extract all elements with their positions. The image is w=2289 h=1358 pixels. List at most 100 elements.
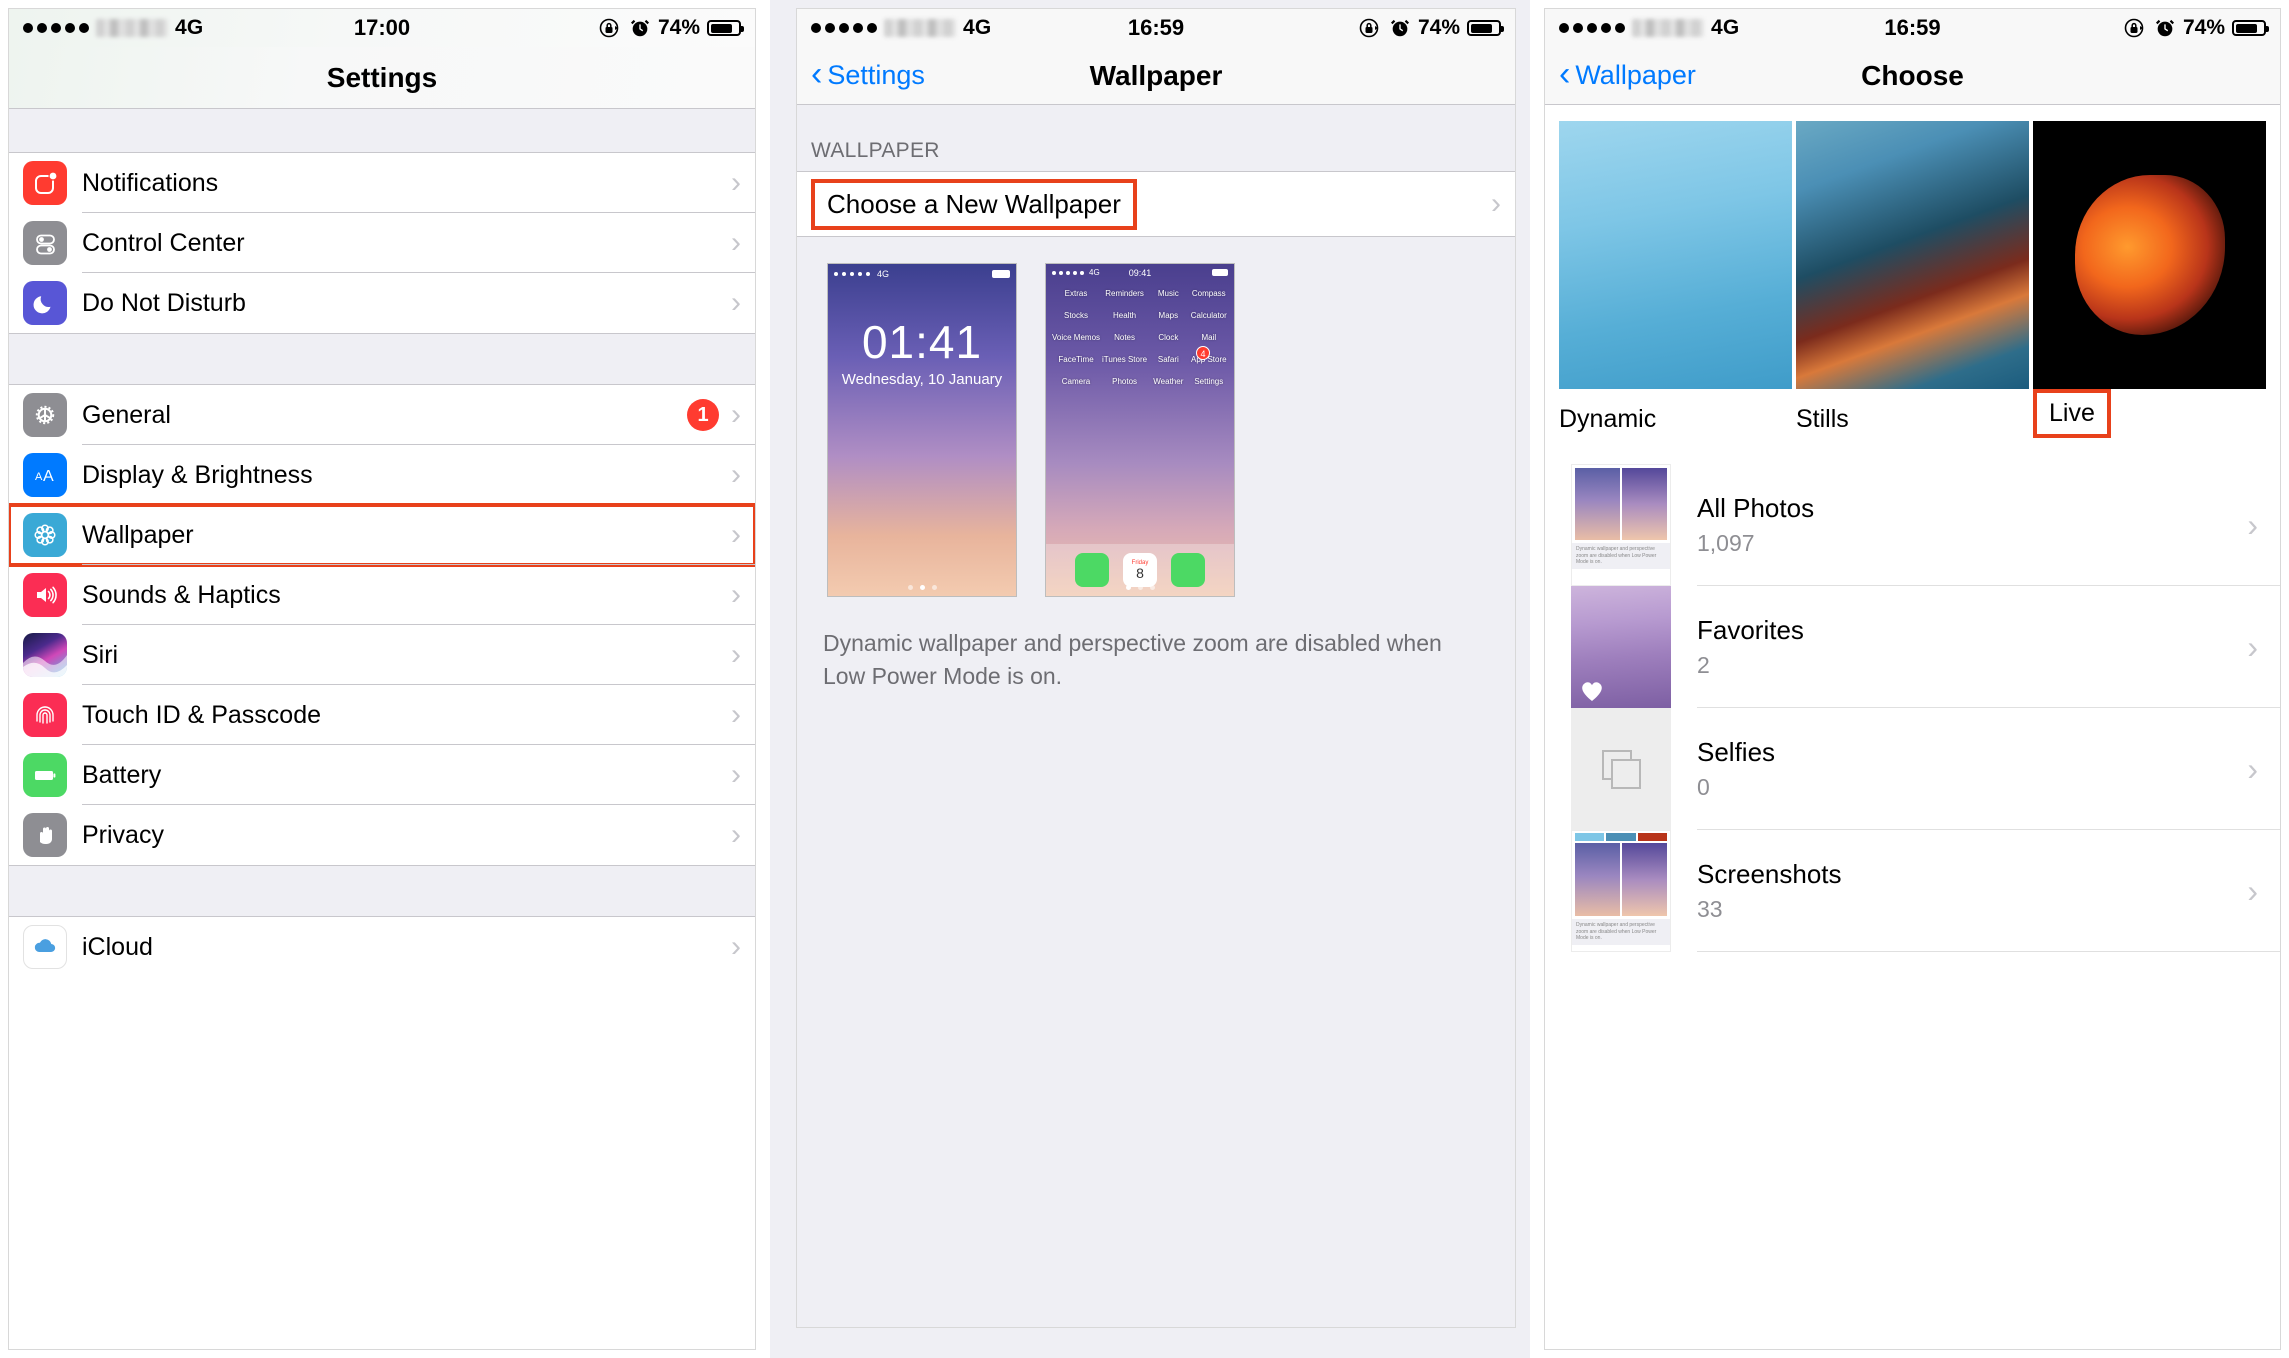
battery-percent-label: 74% [1417,16,1460,39]
status-bar-right: 74% [598,16,744,40]
battery-icon [2232,20,2269,36]
rotation-lock-icon [2124,18,2144,38]
settings-group-1: Notifications › Control Center › Do Not … [9,153,755,333]
status-bar-1: 4G 17:00 74% [9,9,755,47]
panel-settings: 4G 17:00 74% Settings Notifications › Co… [0,0,770,1358]
category-live[interactable]: Live [2033,121,2266,438]
preview-battery-icon [992,270,1010,278]
chevron-left-icon: ‹ [1559,55,1571,93]
app-icon-weather: Weather [1153,377,1184,386]
speaker-icon [23,573,67,617]
category-label: Dynamic [1559,405,1657,433]
sidebar-item-display-brightness[interactable]: A A Display & Brightness › [9,445,755,505]
mini-home-screen [1622,843,1667,916]
page-dots [828,585,1016,590]
chevron-right-icon: › [731,286,741,319]
lock-screen-preview[interactable]: 4G 01:41 Wednesday, 10 January [827,263,1017,597]
chevron-right-icon: › [2247,873,2258,909]
sidebar-item-sounds-haptics[interactable]: Sounds & Haptics › [9,565,755,625]
album-row-all-photos[interactable]: Dynamic wallpaper and perspective zoom a… [1545,464,2280,586]
sidebar-item-do-not-disturb[interactable]: Do Not Disturb › [9,273,755,333]
sidebar-item-wallpaper[interactable]: Wallpaper › [9,503,755,567]
sidebar-item-siri[interactable]: Siri › [9,625,755,685]
sidebar-item-label: Control Center [82,228,245,257]
album-name: All Photos [1697,493,1815,523]
album-row-favorites[interactable]: Favorites 2 › [1545,586,2280,708]
chevron-right-icon: › [2247,629,2258,665]
sidebar-item-touch-id-passcode[interactable]: Touch ID & Passcode › [9,685,755,745]
sidebar-item-battery[interactable]: Battery › [9,745,755,805]
settings-group-3: iCloud › [9,917,755,977]
choose-new-wallpaper-row[interactable]: Choose a New Wallpaper › [797,172,1515,236]
status-bar-left: 4G [1559,16,1739,40]
sidebar-item-label: Notifications [82,168,219,197]
network-type-label: 4G [175,16,204,39]
preview-status-bar: 4G [828,264,1016,279]
mini-home-screen [1622,468,1667,540]
list-gap-bottom [9,865,755,917]
album-thumbnail: Dynamic wallpaper and perspective zoom a… [1571,464,1671,586]
alarm-clock-icon [1390,19,1409,37]
sidebar-item-control-center[interactable]: Control Center › [9,213,755,273]
wallpaper-flower-icon [23,513,67,557]
battery-icon [1467,20,1504,36]
sidebar-item-icloud[interactable]: iCloud › [9,917,755,977]
svg-text:A: A [43,468,54,485]
album-thumbnail [1571,708,1671,830]
home-screen-preview[interactable]: 4G 09:41 Extras Reminders Music Compass … [1045,263,1235,597]
chevron-right-icon: › [731,638,741,671]
mini-lock-screen [1575,843,1620,916]
mini-caption: Dynamic wallpaper and perspective zoom a… [1572,543,1670,569]
page-title: Settings [326,61,438,93]
app-icon-extras: Extras [1064,289,1088,298]
category-thumb-stills [1796,121,2029,389]
category-thumb-dynamic [1559,121,1792,389]
nav-bar-2: ‹ Settings Wallpaper [797,47,1515,105]
signal-strength-dots [811,23,877,33]
app-icon-health: Health [1113,311,1137,320]
empty-stack-icon [1602,750,1641,789]
footnote-text: Dynamic wallpaper and perspective zoom a… [823,630,1442,689]
app-badge: 4 [1196,346,1210,360]
gear-icon [23,393,67,437]
app-icon-photos: Photos [1112,377,1138,386]
app-icon-music: Music [1157,289,1179,298]
chevron-right-icon: › [731,226,741,259]
signal-strength-dots [1559,23,1625,33]
battery-icon [707,20,744,36]
network-type-label: 4G [963,16,992,39]
category-thumb-live [2033,121,2266,389]
album-row-screenshots[interactable]: Dynamic wallpaper and perspective zoom a… [1545,830,2280,952]
nav-bar-1: Settings [9,47,755,109]
category-stills[interactable]: Stills [1796,121,2029,438]
page-dots [1046,585,1234,590]
category-dynamic[interactable]: Dynamic [1559,121,1792,438]
app-icon-voice-memos: Voice Memos [1052,333,1101,342]
app-icon-compass: Compass [1191,289,1226,298]
sidebar-item-privacy[interactable]: Privacy › [9,805,755,865]
wallpaper-previews: 4G 01:41 Wednesday, 10 January 4G 09:41 [797,237,1515,597]
back-button[interactable]: ‹ Wallpaper [1559,55,1696,93]
category-live-highlight: Live [2033,389,2111,438]
back-button[interactable]: ‹ Settings [811,57,925,91]
back-button-label: Settings [827,60,925,90]
mini-lock-screen [1575,468,1620,540]
fingerprint-icon [23,693,67,737]
sidebar-item-label: Sounds & Haptics [82,580,281,609]
album-row-selfies[interactable]: Selfies 0 › [1545,708,2280,830]
calendar-day-number: 8 [1136,565,1144,581]
app-icon-itunes-store: iTunes Store [1102,355,1148,364]
mini-caption: Dynamic wallpaper and perspective zoom a… [1572,919,1670,945]
sidebar-item-label: Battery [82,760,162,789]
album-name: Selfies [1697,737,1776,767]
app-icon-settings: Settings [1194,377,1224,386]
status-bar-3: 4G 16:59 74% [1545,9,2280,47]
home-app-grid: Extras Reminders Music Compass Stocks He… [1046,279,1234,393]
album-name: Screenshots [1697,859,1842,889]
dock-icon-phone [1075,553,1109,587]
sidebar-item-general[interactable]: General 1 › [9,385,755,445]
album-thumbnail [1571,586,1671,708]
app-icon-clock: Clock [1158,333,1179,342]
sidebar-item-notifications[interactable]: Notifications › [9,153,755,213]
rotation-lock-icon [599,18,619,38]
